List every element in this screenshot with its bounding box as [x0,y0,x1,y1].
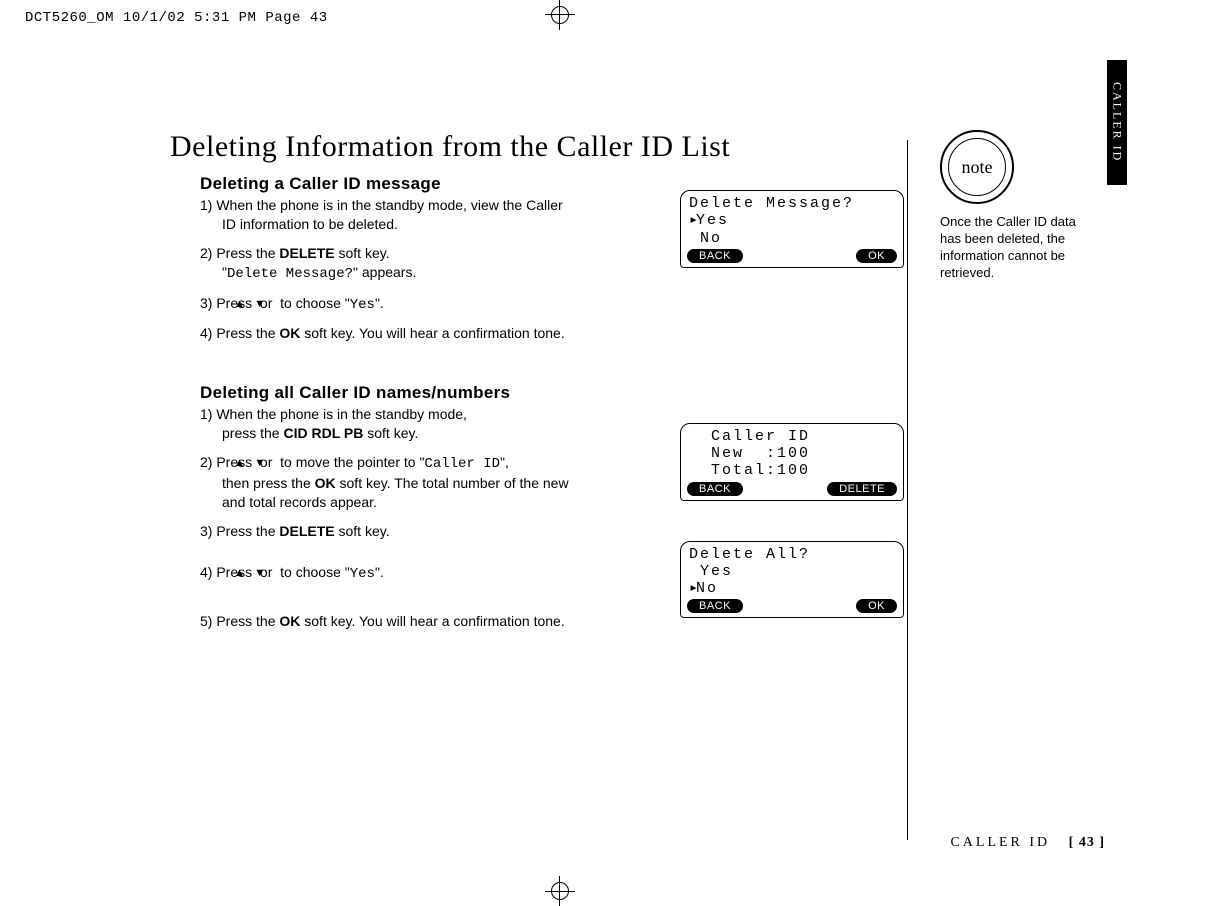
step-b3: 3) Press the DELETE soft key. [200,522,680,541]
step-b5: 5) Press the OK soft key. You will hear … [200,612,680,631]
step-b1: 1) When the phone is in the standby mode… [200,405,680,443]
subheading-delete-message: Deleting a Caller ID message [200,174,680,194]
note-icon: note [940,130,1014,204]
page-footer: CALLER ID [ 43 ] [950,835,1105,851]
footer-page-number: [ 43 ] [1069,835,1105,850]
note-text: Once the Caller ID data has been deleted… [940,214,1100,282]
subheading-delete-all: Deleting all Caller ID names/numbers [200,383,680,403]
footer-section: CALLER ID [950,835,1050,850]
steps-list-b: 1) When the phone is in the standby mode… [200,405,680,630]
crop-mark-bottom [540,866,580,906]
steps-list-a: 1) When the phone is in the standby mode… [200,196,680,343]
softkey-ok: OK [856,249,897,263]
lcd-figure-delete-message: Delete Message? ▸Yes No BACK OK [680,190,904,268]
step-a3: 3) Press ▲ or ▼ to choose "Yes". [200,294,680,315]
lcd-figure-delete-all: Delete All? Yes ▸No BACK OK [680,541,904,619]
softkey-back: BACK [687,482,743,496]
step-a4: 4) Press the OK soft key. You will hear … [200,324,680,343]
page-title: Deleting Information from the Caller ID … [170,130,910,164]
step-a2: 2) Press the DELETE soft key."Delete Mes… [200,244,680,284]
step-b4: 4) Press ▲ or ▼ to choose "Yes". [200,563,680,584]
crop-mark-top [540,0,580,40]
print-slug: DCT5260_OM 10/1/02 5:31 PM Page 43 [25,10,328,26]
softkey-back: BACK [687,249,743,263]
step-a1: 1) When the phone is in the standby mode… [200,196,680,234]
softkey-delete: DELETE [827,482,897,496]
step-b2: 2) Press ▲ or ▼ to move the pointer to "… [200,453,680,512]
softkey-ok: OK [856,599,897,613]
lcd-figure-caller-id-totals: Caller ID New :100 Total:100 BACK DELETE [680,423,904,501]
section-tab: CALLER ID [1107,60,1127,185]
note-label: note [962,157,993,178]
softkey-back: BACK [687,599,743,613]
